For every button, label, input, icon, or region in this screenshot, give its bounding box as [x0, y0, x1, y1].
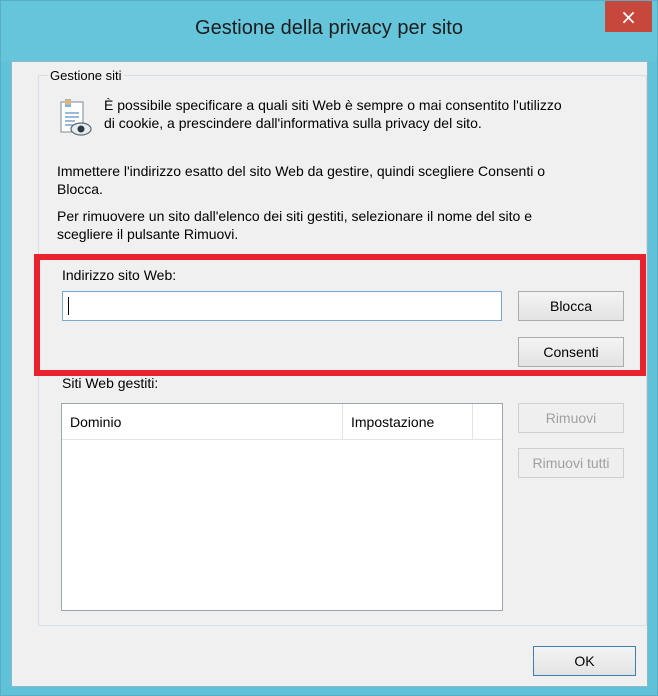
description-line-2: di cookie, a prescindere dall'informativ… — [104, 115, 482, 131]
instruction-line-1: Immettere l'indirizzo esatto del sito We… — [57, 163, 545, 179]
text-caret — [68, 297, 69, 315]
allow-button[interactable]: Consenti — [518, 337, 624, 367]
list-header: Dominio Impostazione — [62, 404, 502, 440]
instruction-line-4: scegliere il pulsante Rimuovi. — [57, 226, 239, 242]
group-label: Gestione siti — [48, 68, 124, 83]
title-bar[interactable]: Gestione della privacy per sito × — [1, 1, 657, 61]
ok-button[interactable]: OK — [533, 646, 636, 676]
close-button[interactable]: × — [605, 1, 652, 32]
instruction-line-3: Per rimuovere un sito dall'elenco dei si… — [57, 208, 533, 224]
description-line-1: È possibile specificare a quali siti Web… — [104, 97, 562, 113]
managed-sites-label: Siti Web gestiti: — [62, 375, 159, 391]
block-button[interactable]: Blocca — [518, 291, 624, 321]
column-header-setting[interactable]: Impostazione — [343, 404, 473, 440]
remove-all-button[interactable]: Rimuovi tutti — [518, 448, 624, 478]
column-header-domain[interactable]: Dominio — [62, 404, 343, 440]
privacy-document-icon — [60, 99, 92, 136]
dialog-client-area: Gestione siti È possibile specificare a … — [11, 61, 648, 687]
managed-sites-list[interactable]: Dominio Impostazione — [61, 403, 503, 611]
window-title: Gestione della privacy per sito — [195, 17, 463, 39]
close-icon: × — [620, 4, 637, 29]
dialog-window: Gestione della privacy per sito × Gestio… — [0, 0, 658, 696]
remove-button[interactable]: Rimuovi — [518, 403, 624, 433]
instruction-line-2: Blocca. — [57, 181, 103, 197]
address-label: Indirizzo sito Web: — [62, 267, 177, 283]
address-input[interactable] — [62, 291, 502, 321]
